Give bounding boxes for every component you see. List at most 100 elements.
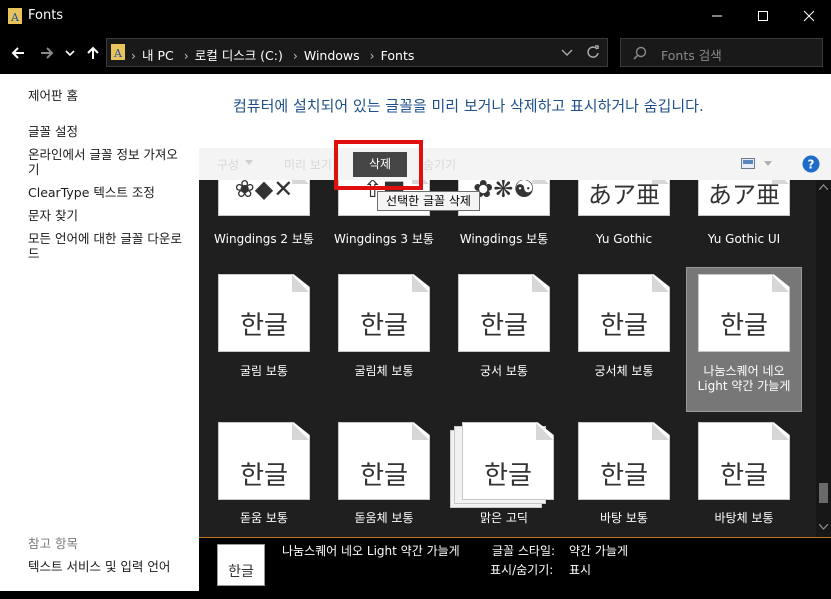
help-icon[interactable]: ?: [802, 155, 820, 173]
minimize-button[interactable]: [694, 0, 740, 32]
arrow-up-icon: [87, 46, 99, 59]
svg-text:?: ?: [808, 158, 815, 172]
forward-button[interactable]: [36, 42, 58, 64]
breadcrumb-fonts[interactable]: Fonts: [381, 48, 415, 63]
font-sample-glyphs: 한글: [240, 461, 288, 491]
font-name-label: 맑은 고딕: [480, 511, 528, 525]
view-options-icon[interactable]: [741, 158, 755, 169]
preview-button[interactable]: 미리 보기: [284, 156, 332, 173]
font-sample-glyphs: ❀◆✕: [234, 180, 294, 203]
chevron-right-icon: ›: [131, 48, 136, 63]
chevron-down-icon: [65, 50, 75, 57]
font-sample-glyphs: 한글: [360, 311, 408, 341]
get-font-info-online-link[interactable]: 온라인에서 글꼴 정보 가져오기: [28, 147, 188, 177]
breadcrumb-pc[interactable]: 내 PC: [142, 48, 174, 63]
breadcrumb-windows[interactable]: Windows: [304, 48, 360, 63]
font-style-label: 글꼴 스타일:: [492, 544, 556, 558]
font-preview-page: あア亜: [698, 180, 790, 216]
font-sample-glyphs: 한글: [240, 311, 288, 341]
search-box[interactable]: Fonts 검색: [620, 38, 823, 67]
svg-text:A: A: [113, 47, 123, 60]
font-sample-glyphs: あア亜: [708, 181, 780, 209]
page-fold-corner: [652, 423, 669, 440]
scroll-down-arrow-icon[interactable]: [819, 524, 828, 530]
vertical-scrollbar[interactable]: [816, 180, 831, 537]
page-fold-corner: [652, 275, 669, 292]
maximize-button[interactable]: [740, 0, 786, 32]
font-name-label: 굴림 보통: [240, 364, 288, 378]
font-sample-glyphs: 한글: [600, 461, 648, 491]
address-dropdown-icon[interactable]: [561, 46, 573, 58]
font-name-label: Yu Gothic: [595, 232, 653, 246]
back-button[interactable]: [7, 42, 29, 64]
font-name-label: 나눔스퀘어 네오 Light 약간 가늘게: [697, 364, 791, 393]
page-headline: 컴퓨터에 설치되어 있는 글꼴을 미리 보거나 삭제하고 표시하거나 숨깁니다.: [233, 97, 704, 115]
find-character-link[interactable]: 문자 찾기: [28, 208, 78, 223]
organize-button[interactable]: 구성: [217, 156, 239, 173]
font-name-label: 돋움체 보통: [354, 511, 414, 525]
command-bar: 구성 미리 보기 삭제 숨기기 ?: [199, 148, 831, 180]
font-preview-page: 한글: [458, 274, 550, 352]
chevron-down-icon: [245, 160, 253, 165]
scroll-up-arrow-icon[interactable]: [819, 184, 828, 190]
selected-font-name: 나눔스퀘어 네오 Light 약간 가늘게: [282, 544, 460, 558]
font-name-label: 바탕 보통: [600, 511, 648, 525]
recent-locations-button[interactable]: [62, 42, 78, 64]
adjust-cleartype-link[interactable]: ClearType 텍스트 조정: [28, 185, 155, 200]
font-sample-glyphs: 한글: [484, 461, 532, 491]
search-icon: [633, 46, 647, 60]
font-name-label: Yu Gothic UI: [707, 232, 781, 246]
font-preview-page: ❀◆✕: [218, 180, 310, 216]
delete-tooltip: 선택한 글꼴 삭제: [377, 191, 480, 211]
font-sample-glyphs: あア亜: [588, 181, 660, 209]
download-fonts-all-languages-link[interactable]: 모든 언어에 대한 글꼴 다운로드: [28, 231, 191, 261]
font-sample-glyphs: 한글: [600, 311, 648, 341]
font-sample-glyphs: 한글: [720, 461, 768, 491]
font-preview-page: 한글: [698, 422, 790, 500]
font-preview-page: 한글: [462, 422, 554, 500]
svg-text:A: A: [10, 11, 20, 24]
font-name-label: 굴림체 보통: [354, 364, 414, 378]
font-preview-page: 한글: [338, 422, 430, 500]
selected-font-thumbnail: 한글: [217, 544, 265, 586]
font-name-label: 바탕체 보통: [714, 511, 774, 525]
address-bar[interactable]: A › 내 PC › 로컬 디스크 (C:) › Windows › Fonts: [106, 38, 608, 67]
font-preview-page: 한글: [338, 274, 430, 352]
text-services-link[interactable]: 텍스트 서비스 및 입력 언어: [28, 559, 170, 574]
font-settings-link[interactable]: 글꼴 설정: [28, 124, 78, 139]
page-fold-corner: [412, 275, 429, 292]
up-button[interactable]: [82, 42, 104, 64]
font-preview-page: あア亜: [578, 180, 670, 216]
hide-button[interactable]: 숨기기: [423, 156, 456, 173]
page-fold-corner: [772, 423, 789, 440]
font-name-label: 궁서체 보통: [594, 364, 654, 378]
font-grid: ❀◆✕Wingdings 2 보통⇧■Wingdings 3 보통✿❋☯Wing…: [199, 180, 816, 537]
chevron-down-icon[interactable]: [764, 161, 772, 167]
close-icon: [803, 10, 815, 22]
breadcrumb: › 내 PC › 로컬 디스크 (C:) › Windows › Fonts: [131, 45, 420, 64]
font-name-label: Wingdings 보통: [459, 232, 549, 246]
breadcrumb-local-disk[interactable]: 로컬 디스크 (C:): [195, 48, 283, 63]
chevron-right-icon: ›: [369, 48, 375, 63]
font-name-label: 궁서 보통: [480, 364, 528, 378]
font-sample-glyphs: 한글: [480, 311, 528, 341]
details-pane: 한글 나눔스퀘어 네오 Light 약간 가늘게 글꼴 스타일: 약간 가늘게 …: [199, 537, 831, 591]
window-title: Fonts: [28, 8, 64, 23]
page-fold-corner: [292, 423, 309, 440]
arrow-right-icon: [41, 47, 54, 59]
refresh-icon[interactable]: [586, 45, 600, 59]
see-also-heading: 참고 항목: [28, 536, 78, 551]
control-panel-home-link[interactable]: 제어판 홈: [28, 88, 78, 103]
font-preview-page: 한글: [218, 274, 310, 352]
close-button[interactable]: [786, 0, 831, 32]
page-fold-corner: [412, 423, 429, 440]
visibility-value: 표시: [569, 563, 592, 577]
font-sample-glyphs: 한글: [720, 311, 768, 341]
font-sample-glyphs: 한글: [360, 461, 408, 491]
scrollbar-thumb[interactable]: [819, 483, 828, 503]
visibility-label: 표시/숨기기:: [490, 563, 554, 577]
fonts-folder-icon: A: [8, 8, 22, 24]
highlight-box: [334, 140, 423, 190]
font-preview-page: 한글: [578, 422, 670, 500]
font-style-value: 약간 가늘게: [569, 544, 629, 558]
